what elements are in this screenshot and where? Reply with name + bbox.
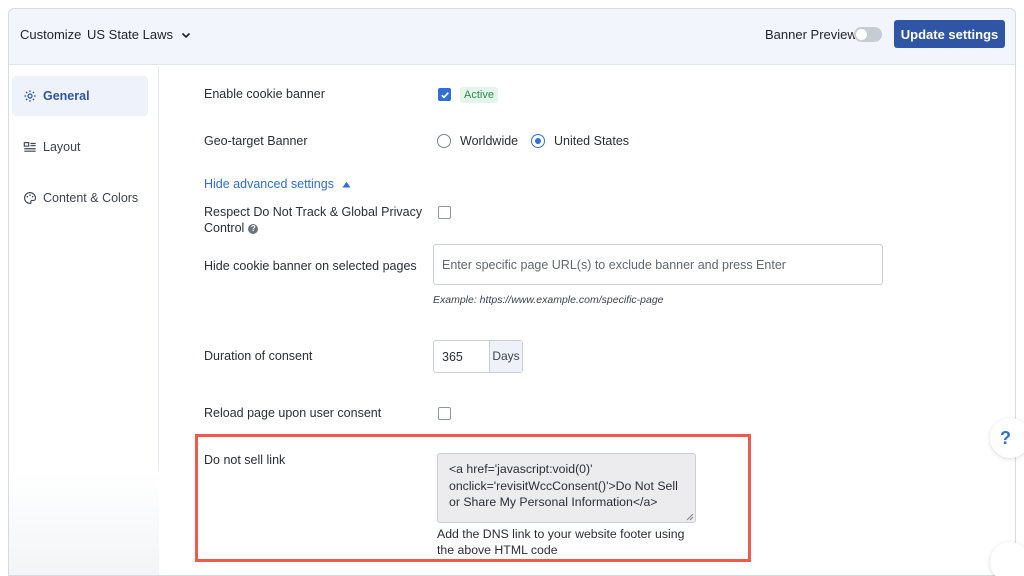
sidebar-item-label: Content & Colors	[43, 191, 139, 205]
duration-label: Duration of consent	[204, 349, 313, 363]
sidebar-item-content-colors[interactable]: Content & Colors	[12, 178, 148, 218]
dnt-label-line2: Control	[204, 221, 245, 235]
code-line: or Share My Personal Information</a>	[449, 495, 658, 509]
code-line: onclick='revisitWccConsent()'>Do Not Sel…	[449, 478, 678, 493]
dns-help-line1: Add the DNS link to your website footer …	[437, 527, 685, 541]
hide-pages-label: Hide cookie banner on selected pages	[204, 259, 417, 273]
duration-input[interactable]	[434, 341, 489, 372]
enable-banner-checkbox[interactable]	[438, 88, 451, 101]
reload-checkbox[interactable]	[438, 407, 451, 420]
scroll-button[interactable]	[990, 542, 1024, 576]
code-line: <a href='javascript:void(0)'	[449, 462, 593, 476]
hide-advanced-settings-link[interactable]: Hide advanced settings	[204, 177, 351, 191]
dnt-checkbox[interactable]	[438, 206, 451, 219]
banner-preview-label: Banner Preview	[765, 27, 857, 42]
caret-up-icon	[342, 181, 351, 187]
dnt-label-line2-wrap: Control?	[204, 220, 422, 236]
radio-united-states[interactable]	[531, 134, 545, 148]
do-not-sell-label: Do not sell link	[204, 453, 286, 467]
example-url-hint: Example: https://www.example.com/specifi…	[433, 294, 664, 306]
law-selector-value: US State Laws	[87, 27, 173, 42]
update-settings-button[interactable]: Update settings	[894, 20, 1005, 48]
law-selector[interactable]: US State Laws	[87, 27, 191, 42]
customize-label: Customize	[20, 27, 82, 42]
dnt-label: Respect Do Not Track & Global Privacy Co…	[204, 204, 422, 236]
duration-field: Days	[433, 340, 523, 373]
radio-united-states-label[interactable]: United States	[554, 134, 629, 148]
reload-label: Reload page upon user consent	[204, 406, 382, 420]
help-icon[interactable]: ?	[248, 223, 259, 234]
app-window: Customize US State Laws Banner Preview U…	[8, 8, 1016, 576]
radio-worldwide[interactable]	[437, 134, 451, 148]
sidebar: General Layout Content & Colors	[9, 66, 159, 575]
sidebar-item-label: Layout	[43, 140, 81, 154]
duration-unit: Days	[489, 341, 522, 372]
dns-code-textarea[interactable]: <a href='javascript:void(0)' onclick='re…	[437, 453, 696, 523]
sidebar-item-general[interactable]: General	[12, 76, 148, 116]
resize-grip-icon[interactable]	[686, 513, 694, 521]
radio-worldwide-label[interactable]: Worldwide	[460, 134, 518, 148]
layout-icon	[23, 142, 36, 152]
question-icon: ?	[1000, 428, 1011, 448]
toggle-knob	[856, 29, 867, 40]
gear-icon	[24, 90, 36, 102]
palette-icon	[24, 192, 36, 204]
sidebar-item-label: General	[43, 89, 90, 103]
geo-target-label: Geo-target Banner	[204, 134, 308, 148]
dnt-label-line1: Respect Do Not Track & Global Privacy	[204, 205, 423, 219]
sidebar-footer-shade	[9, 471, 159, 575]
dns-help-text: Add the DNS link to your website footer …	[437, 526, 717, 558]
chevron-down-icon	[181, 32, 191, 38]
checkmark-icon	[441, 92, 449, 99]
advanced-link-label: Hide advanced settings	[204, 177, 334, 191]
banner-preview-toggle[interactable]	[854, 27, 882, 42]
exclude-url-input[interactable]	[433, 244, 883, 285]
sidebar-item-layout[interactable]: Layout	[12, 127, 148, 167]
active-status-badge: Active	[460, 87, 498, 103]
help-button[interactable]: ?	[990, 418, 1024, 458]
enable-banner-label: Enable cookie banner	[204, 87, 325, 101]
dns-help-line2: the above HTML code	[437, 543, 558, 557]
header-bar: Customize US State Laws Banner Preview U…	[9, 9, 1015, 65]
